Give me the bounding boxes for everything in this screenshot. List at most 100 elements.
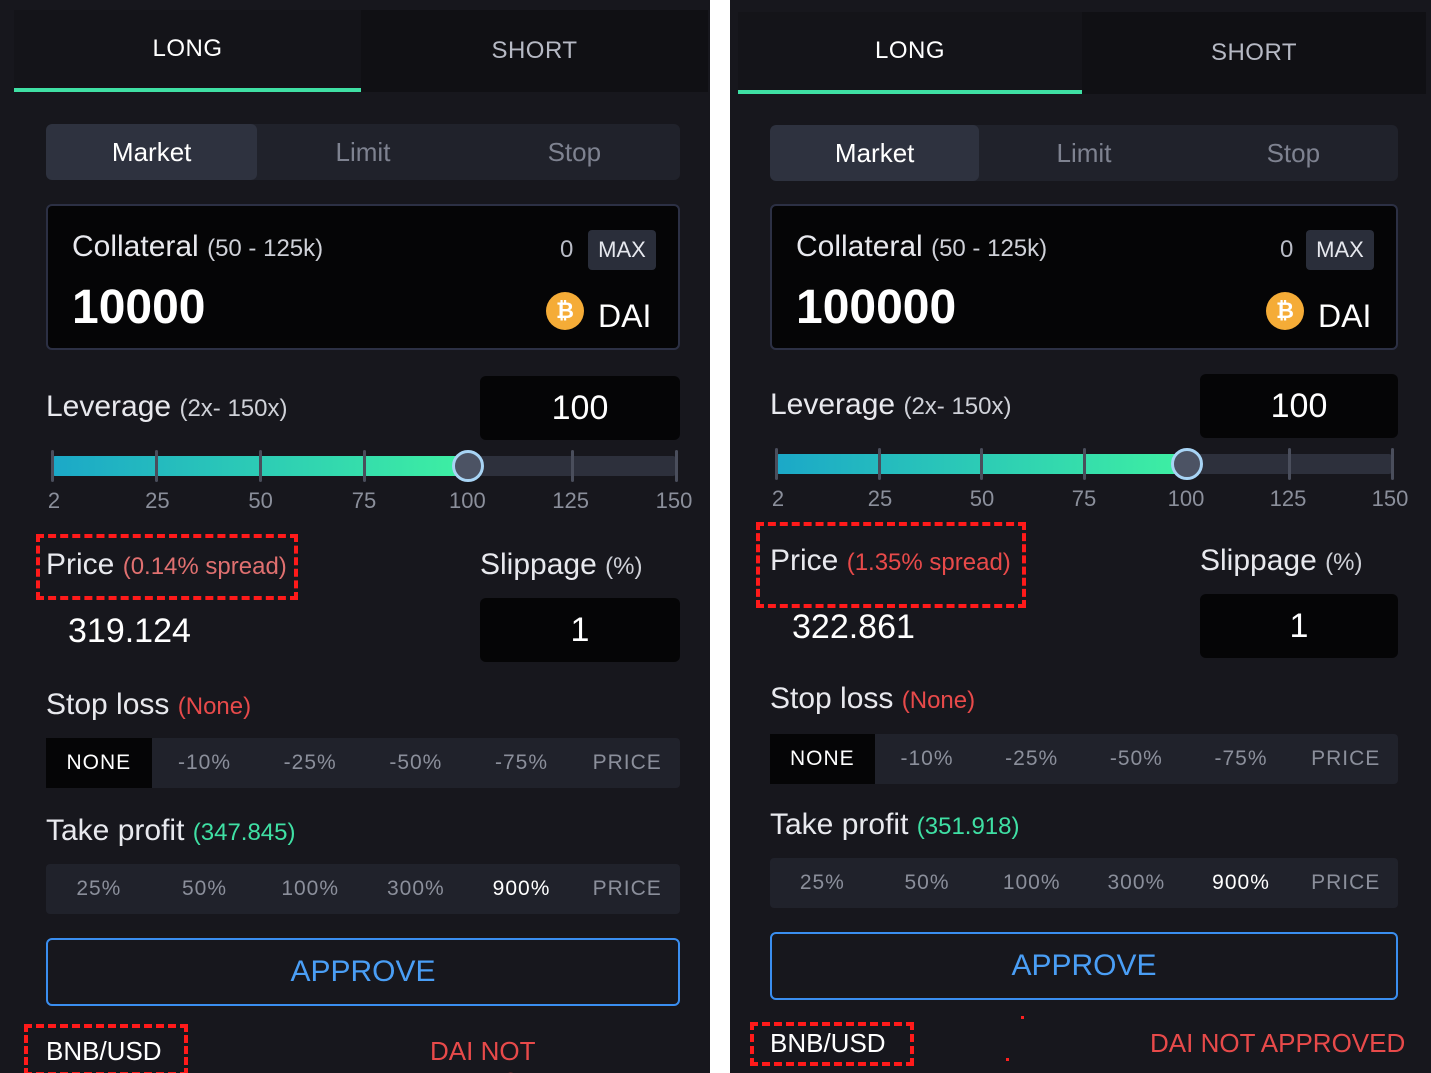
order-type-stop[interactable]: Stop — [469, 124, 680, 180]
stop-loss-option[interactable]: -25% — [979, 734, 1084, 784]
slider-tick — [1083, 448, 1086, 480]
slider-tick — [51, 450, 54, 482]
slider-tick — [675, 450, 678, 482]
leverage-tick-label: 75 — [351, 488, 377, 513]
tab-short[interactable]: SHORT — [361, 10, 708, 92]
order-type-limit[interactable]: Limit — [257, 124, 468, 180]
price-value: 322.861 — [792, 608, 915, 646]
stop-loss-option[interactable]: PRICE — [574, 738, 680, 788]
leverage-slider[interactable] — [51, 450, 678, 482]
stop-loss-option[interactable]: NONE — [46, 738, 152, 788]
slider-thumb[interactable] — [1170, 448, 1203, 480]
position-tabs: LONG SHORT — [738, 12, 1426, 94]
take-profit-label: Take profit (347.845) — [46, 814, 296, 847]
stop-loss-option[interactable]: -75% — [1189, 734, 1294, 784]
stop-loss-option[interactable]: -50% — [363, 738, 469, 788]
leverage-tick-label: 50 — [969, 486, 995, 511]
tab-long[interactable]: LONG — [14, 10, 361, 92]
take-profit-options: 25% 50% 100% 300% 900% PRICE — [46, 864, 680, 914]
highlight-price-spread — [756, 522, 1026, 608]
leverage-slider[interactable] — [775, 448, 1394, 480]
slippage-input[interactable]: 1 — [480, 598, 680, 662]
take-profit-option[interactable]: 50% — [152, 864, 258, 914]
slider-thumb[interactable] — [452, 450, 484, 482]
slider-tick — [775, 448, 778, 480]
slippage-unit: (%) — [605, 553, 643, 580]
collateral-input[interactable]: 100000 — [796, 280, 956, 335]
order-type-stop[interactable]: Stop — [1189, 125, 1398, 181]
take-profit-option[interactable]: 300% — [1084, 858, 1189, 908]
take-profit-option[interactable]: 900% — [1189, 858, 1294, 908]
stop-loss-option[interactable]: NONE — [770, 734, 875, 784]
slippage-unit: (%) — [1325, 549, 1363, 576]
highlight-trading-pair — [750, 1022, 914, 1066]
leverage-label: Leverage (2x- 150x) — [46, 390, 288, 423]
approval-status: DAI NOT APPROVED — [430, 1036, 575, 1073]
dai-coin-icon: ₿ — [546, 292, 584, 330]
max-button[interactable]: MAX — [588, 230, 656, 270]
order-type-selector: Market Limit Stop — [46, 124, 680, 180]
take-profit-option[interactable]: 25% — [46, 864, 152, 914]
leverage-tick-label: 2 — [47, 488, 61, 513]
take-profit-options: 25% 50% 100% 300% 900% PRICE — [770, 858, 1398, 908]
dai-coin-icon: ₿ — [1266, 292, 1304, 330]
slider-tick — [155, 450, 158, 482]
order-type-limit[interactable]: Limit — [979, 125, 1188, 181]
max-button[interactable]: MAX — [1306, 230, 1374, 270]
take-profit-option[interactable]: 900% — [469, 864, 575, 914]
leverage-tick-label: 125 — [1269, 486, 1307, 511]
slider-tick — [1391, 448, 1394, 480]
take-profit-option[interactable]: PRICE — [574, 864, 680, 914]
tab-long[interactable]: LONG — [738, 12, 1082, 94]
slider-tick — [571, 450, 574, 482]
take-profit-option[interactable]: 300% — [363, 864, 469, 914]
approve-button[interactable]: APPROVE — [46, 938, 680, 1006]
stop-loss-option[interactable]: PRICE — [1293, 734, 1398, 784]
slider-tick — [1288, 448, 1292, 480]
highlight-trading-pair — [24, 1024, 188, 1073]
order-type-market[interactable]: Market — [770, 125, 980, 181]
stop-loss-option[interactable]: -10% — [152, 738, 258, 788]
collateral-range: (50 - 125k) — [207, 235, 324, 262]
leverage-tick-label: 75 — [1071, 486, 1097, 511]
order-type-market[interactable]: Market — [46, 124, 258, 180]
leverage-tick-label: 50 — [248, 488, 273, 513]
take-profit-option[interactable]: 50% — [875, 858, 980, 908]
trade-panel-left: LONG SHORT Market Limit Stop Collateral … — [0, 0, 710, 1073]
collateral-box: Collateral (50 - 125k) 0 MAX 10000 ₿ DAI — [46, 204, 680, 350]
collateral-balance: 0 — [560, 236, 574, 263]
leverage-tick-label: 25 — [145, 488, 170, 513]
take-profit-option[interactable]: 100% — [979, 858, 1084, 908]
stop-loss-label: Stop loss (None) — [770, 682, 976, 715]
collateral-input[interactable]: 10000 — [72, 280, 205, 335]
stop-loss-status: (None) — [901, 687, 976, 714]
leverage-tick-label: 150 — [1371, 486, 1409, 511]
collateral-label: Collateral (50 - 125k) — [796, 230, 1048, 263]
collateral-balance: 0 — [1280, 236, 1294, 263]
leverage-input[interactable]: 100 — [480, 376, 680, 440]
take-profit-option[interactable]: 25% — [770, 858, 875, 908]
slider-tick — [259, 450, 262, 482]
stop-loss-option[interactable]: -75% — [469, 738, 575, 788]
stop-loss-option[interactable]: -25% — [257, 738, 363, 788]
leverage-tick-label: 100 — [448, 488, 486, 513]
leverage-tick-label: 125 — [552, 488, 590, 513]
collateral-range: (50 - 125k) — [931, 235, 1048, 262]
stop-loss-option[interactable]: -10% — [875, 734, 980, 784]
collateral-label: Collateral (50 - 125k) — [72, 230, 324, 263]
take-profit-option[interactable]: 100% — [257, 864, 363, 914]
leverage-input[interactable]: 100 — [1200, 374, 1398, 438]
approval-status: DAI NOT APPROVED — [1150, 1028, 1406, 1058]
take-profit-status: (351.918) — [916, 813, 1020, 840]
approve-button[interactable]: APPROVE — [770, 932, 1398, 1000]
stop-loss-option[interactable]: -50% — [1084, 734, 1189, 784]
take-profit-label: Take profit (351.918) — [770, 808, 1020, 841]
leverage-tick-label: 25 — [867, 486, 893, 511]
leverage-range: (2x- 150x) — [179, 395, 288, 422]
slippage-input[interactable]: 1 — [1200, 594, 1398, 658]
take-profit-option[interactable]: PRICE — [1293, 858, 1398, 908]
tab-short[interactable]: SHORT — [1082, 12, 1426, 94]
annotation-dot — [1006, 1058, 1009, 1061]
annotation-dot — [1021, 1016, 1024, 1019]
slider-tick — [877, 448, 881, 480]
